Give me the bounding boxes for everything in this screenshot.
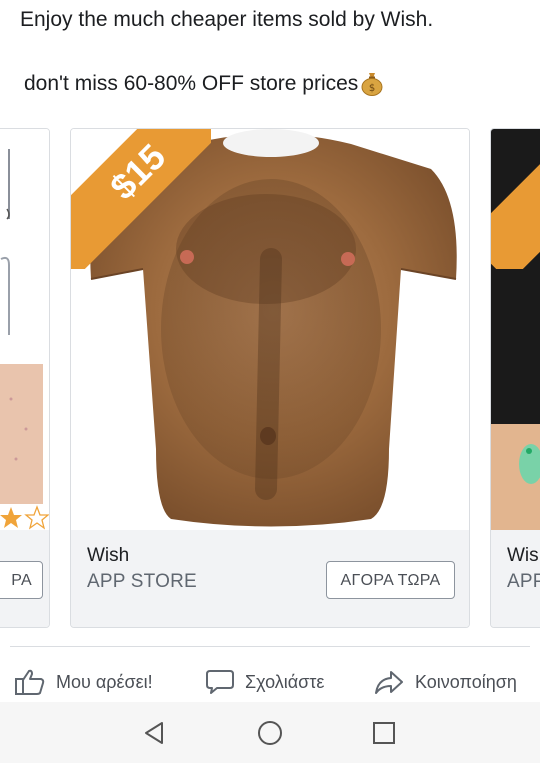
- product-image-previous: [0, 129, 49, 530]
- recent-apps-button[interactable]: [369, 718, 399, 748]
- post-text-line-1: Enjoy the much cheaper items sold by Wis…: [20, 8, 434, 31]
- like-label: Μου αρέσει!: [56, 671, 153, 692]
- product-image-next: $: [491, 129, 540, 530]
- card-subtitle: APP STORE: [87, 571, 197, 592]
- home-button[interactable]: [255, 718, 285, 748]
- card-subtitle-next: APP: [507, 571, 540, 592]
- product-image-main[interactable]: $15: [71, 129, 469, 530]
- shop-now-button-previous[interactable]: ΡΑ: [0, 561, 43, 599]
- post-text-line-2-label: don't miss 60-80% OFF store prices: [24, 72, 359, 95]
- price-tag: $15: [71, 129, 211, 269]
- card-footer-main: Wish APP STORE ΑΓΟΡΑ ΤΩΡΑ: [71, 530, 469, 627]
- price-tag-next: $: [491, 129, 540, 269]
- ad-carousel[interactable]: ΡΑ $15 Wish APP STORE ΑΓΟΡΑ ΤΩΡΑ Wis AP: [0, 128, 540, 630]
- back-button[interactable]: [139, 718, 169, 748]
- carousel-card-previous[interactable]: ΡΑ: [0, 128, 50, 628]
- carousel-card-next[interactable]: $ Wis APP: [490, 128, 540, 628]
- share-button[interactable]: Κοινοποίηση: [373, 660, 517, 704]
- svg-text:$: $: [369, 83, 375, 94]
- card-footer-next: Wis APP: [491, 530, 540, 627]
- share-arrow-icon: [375, 671, 403, 694]
- home-circle-icon: [258, 721, 282, 745]
- post-actions-bar: Μου αρέσει! Σχολιάστε Κοινοποίηση: [0, 660, 540, 704]
- actions-divider: [10, 646, 530, 647]
- share-label: Κοινοποίηση: [415, 671, 517, 692]
- comment-label: Σχολιάστε: [245, 671, 325, 692]
- price-banner-next: $: [491, 129, 540, 269]
- card-title: Wish: [87, 545, 130, 566]
- recent-apps-square-icon: [373, 722, 395, 744]
- comment-icon: [206, 670, 234, 694]
- back-triangle-icon: [145, 722, 163, 744]
- thumbs-up-icon: [15, 669, 45, 695]
- carousel-card-main[interactable]: $15 Wish APP STORE ΑΓΟΡΑ ΤΩΡΑ: [70, 128, 470, 628]
- post-text-line-2: don't miss 60-80% OFF store prices $: [24, 70, 384, 102]
- card-footer-previous: ΡΑ: [0, 530, 49, 627]
- shop-now-button[interactable]: ΑΓΟΡΑ ΤΩΡΑ: [326, 561, 455, 599]
- android-navigation-bar: [0, 702, 540, 763]
- money-bag-icon: $: [360, 70, 384, 102]
- like-button[interactable]: Μου αρέσει!: [14, 660, 153, 704]
- card-title-next: Wis: [507, 545, 539, 566]
- comment-button[interactable]: Σχολιάστε: [205, 660, 324, 704]
- price-banner: $15: [71, 129, 211, 269]
